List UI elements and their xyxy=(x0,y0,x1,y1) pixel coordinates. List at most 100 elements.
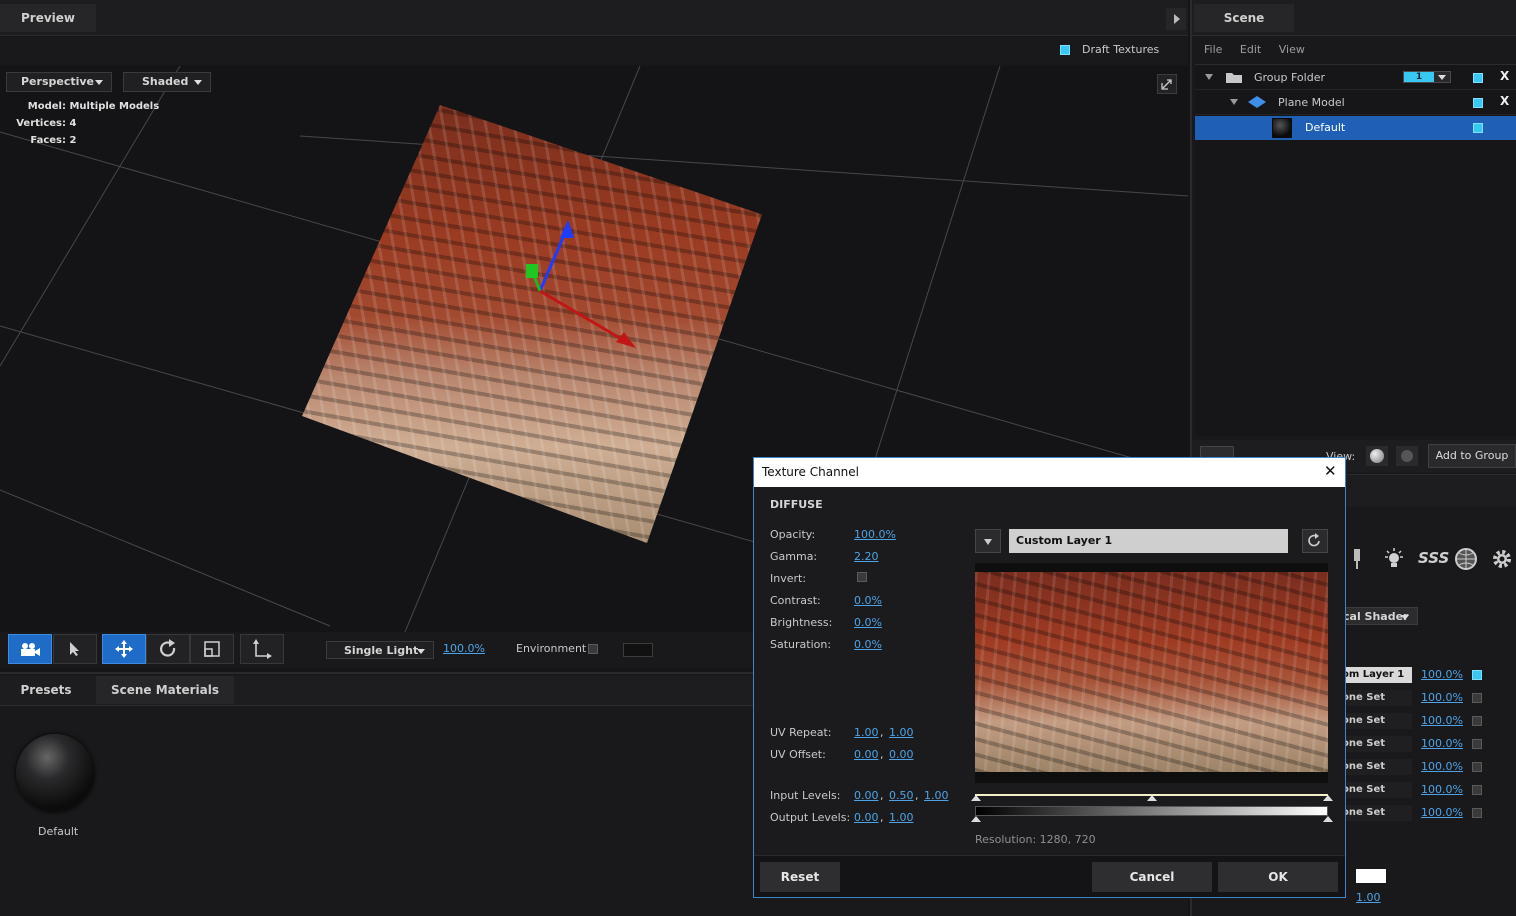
sss-icon[interactable]: SSS xyxy=(1418,549,1449,567)
layer-row[interactable]: one Set 100.0% xyxy=(1342,803,1516,824)
layer-opacity[interactable]: 100.0% xyxy=(1421,668,1463,681)
uv-repeat-v[interactable]: 1.00 xyxy=(889,726,914,739)
tab-preview[interactable]: Preview xyxy=(0,4,96,32)
visibility-checkbox[interactable] xyxy=(1473,98,1483,108)
remove-button[interactable]: X xyxy=(1500,69,1509,83)
expand-arrow-icon[interactable] xyxy=(1166,8,1186,30)
environment-checkbox[interactable] xyxy=(588,644,598,654)
uv-offset-u[interactable]: 0.00 xyxy=(854,748,879,761)
tree-row-group-folder[interactable]: Group Folder 1 X xyxy=(1195,65,1516,90)
layer-checkbox[interactable] xyxy=(1472,693,1482,703)
layer-name[interactable]: one Set xyxy=(1342,782,1412,798)
layer-checkbox[interactable] xyxy=(1472,762,1482,772)
slider-handle-high[interactable] xyxy=(1323,795,1333,801)
gear-icon[interactable] xyxy=(1490,547,1514,571)
light-mode-dropdown[interactable]: Single Light xyxy=(326,641,434,659)
layer-row[interactable]: one Set 100.0% xyxy=(1342,734,1516,755)
invert-checkbox[interactable] xyxy=(857,572,867,582)
material-preview-sphere[interactable] xyxy=(16,734,94,812)
menu-view[interactable]: View xyxy=(1279,43,1305,56)
output-levels-low[interactable]: 0.00 xyxy=(854,811,879,824)
layer-dropdown-toggle[interactable] xyxy=(975,529,1001,553)
layer-checkbox[interactable] xyxy=(1472,785,1482,795)
layer-name[interactable]: one Set xyxy=(1342,805,1412,821)
layer-name[interactable]: one Set xyxy=(1342,736,1412,752)
output-levels-slider[interactable] xyxy=(971,806,1333,824)
bottom-value[interactable]: 1.00 xyxy=(1356,891,1381,904)
input-levels-mid[interactable]: 0.50 xyxy=(889,789,914,802)
layer-checkbox[interactable] xyxy=(1472,716,1482,726)
slider-handle-high[interactable] xyxy=(1323,816,1333,822)
rotate-tool[interactable] xyxy=(146,634,190,664)
slider-handle-low[interactable] xyxy=(971,816,981,822)
tree-row-plane-model[interactable]: Plane Model X xyxy=(1195,90,1516,115)
expand-arrow-icon[interactable] xyxy=(1205,74,1213,80)
layer-name[interactable]: one Set xyxy=(1342,713,1412,729)
layer-opacity[interactable]: 100.0% xyxy=(1421,714,1463,727)
layer-opacity[interactable]: 100.0% xyxy=(1421,760,1463,773)
axis-tool[interactable] xyxy=(240,634,284,664)
layer-opacity[interactable]: 100.0% xyxy=(1421,806,1463,819)
input-levels-high[interactable]: 1.00 xyxy=(924,789,949,802)
input-levels-low[interactable]: 0.00 xyxy=(854,789,879,802)
layer-name-field[interactable]: Custom Layer 1 xyxy=(1009,529,1288,553)
brightness-value[interactable]: 0.0% xyxy=(854,616,882,629)
menu-edit[interactable]: Edit xyxy=(1240,43,1261,56)
layer-row[interactable]: one Set 100.0% xyxy=(1342,780,1516,801)
light-probe-icon[interactable] xyxy=(1350,547,1364,571)
environment-swatch[interactable] xyxy=(623,643,653,657)
move-tool[interactable] xyxy=(102,634,146,664)
expand-arrow-icon[interactable] xyxy=(1230,99,1238,105)
layer-row[interactable]: one Set 100.0% xyxy=(1342,711,1516,732)
ok-button[interactable]: OK xyxy=(1218,862,1338,892)
globe-icon[interactable] xyxy=(1454,547,1478,571)
layer-row[interactable]: one Set 100.0% xyxy=(1342,688,1516,709)
select-tool[interactable] xyxy=(53,634,97,664)
slider-handle-low[interactable] xyxy=(971,795,981,801)
group-count-badge[interactable]: 1 xyxy=(1403,71,1451,83)
shader-dropdown[interactable]: cal Shader xyxy=(1342,607,1418,625)
refresh-button[interactable] xyxy=(1302,529,1328,553)
saturation-value[interactable]: 0.0% xyxy=(854,638,882,651)
lightbulb-icon[interactable] xyxy=(1382,547,1406,571)
shading-mode-dropdown[interactable]: Shaded xyxy=(123,72,211,92)
layer-name[interactable]: om Layer 1 xyxy=(1342,667,1412,683)
visibility-checkbox[interactable] xyxy=(1473,73,1483,83)
maximize-icon[interactable] xyxy=(1157,74,1177,94)
view-mode-dropdown[interactable]: Perspective xyxy=(6,72,112,92)
layer-opacity[interactable]: 100.0% xyxy=(1421,691,1463,704)
uv-repeat-u[interactable]: 1.00 xyxy=(854,726,879,739)
tab-scene-materials[interactable]: Scene Materials xyxy=(96,676,234,704)
menu-file[interactable]: File xyxy=(1204,43,1222,56)
visibility-checkbox[interactable] xyxy=(1473,123,1483,133)
uv-offset-v[interactable]: 0.00 xyxy=(889,748,914,761)
layer-checkbox[interactable] xyxy=(1472,739,1482,749)
add-to-group-button[interactable]: Add to Group xyxy=(1428,444,1516,468)
tab-scene[interactable]: Scene xyxy=(1194,4,1294,32)
camera-tool[interactable] xyxy=(8,634,52,664)
reset-button[interactable]: Reset xyxy=(760,862,840,892)
tab-presets[interactable]: Presets xyxy=(0,676,92,704)
input-levels-slider[interactable] xyxy=(971,792,1333,802)
gamma-value[interactable]: 2.20 xyxy=(854,550,879,563)
scale-tool[interactable] xyxy=(190,634,234,664)
layer-name[interactable]: one Set xyxy=(1342,759,1412,775)
color-swatch[interactable] xyxy=(1356,869,1386,883)
layer-checkbox[interactable] xyxy=(1472,670,1482,680)
slider-handle-mid[interactable] xyxy=(1147,795,1157,801)
sphere-view-icon[interactable] xyxy=(1366,446,1388,466)
particles-view-icon[interactable] xyxy=(1396,446,1418,466)
dialog-close-button[interactable]: ✕ xyxy=(1324,462,1337,480)
light-percent-value[interactable]: 100.0% xyxy=(443,642,485,655)
remove-button[interactable]: X xyxy=(1500,94,1509,108)
layer-opacity[interactable]: 100.0% xyxy=(1421,737,1463,750)
draft-textures-checkbox[interactable] xyxy=(1060,45,1070,55)
output-levels-high[interactable]: 1.00 xyxy=(889,811,914,824)
layer-row[interactable]: one Set 100.0% xyxy=(1342,757,1516,778)
cancel-button[interactable]: Cancel xyxy=(1092,862,1212,892)
contrast-value[interactable]: 0.0% xyxy=(854,594,882,607)
tree-row-default-material[interactable]: Default xyxy=(1195,116,1516,140)
opacity-value[interactable]: 100.0% xyxy=(854,528,896,541)
layer-name[interactable]: one Set xyxy=(1342,690,1412,706)
layer-opacity[interactable]: 100.0% xyxy=(1421,783,1463,796)
